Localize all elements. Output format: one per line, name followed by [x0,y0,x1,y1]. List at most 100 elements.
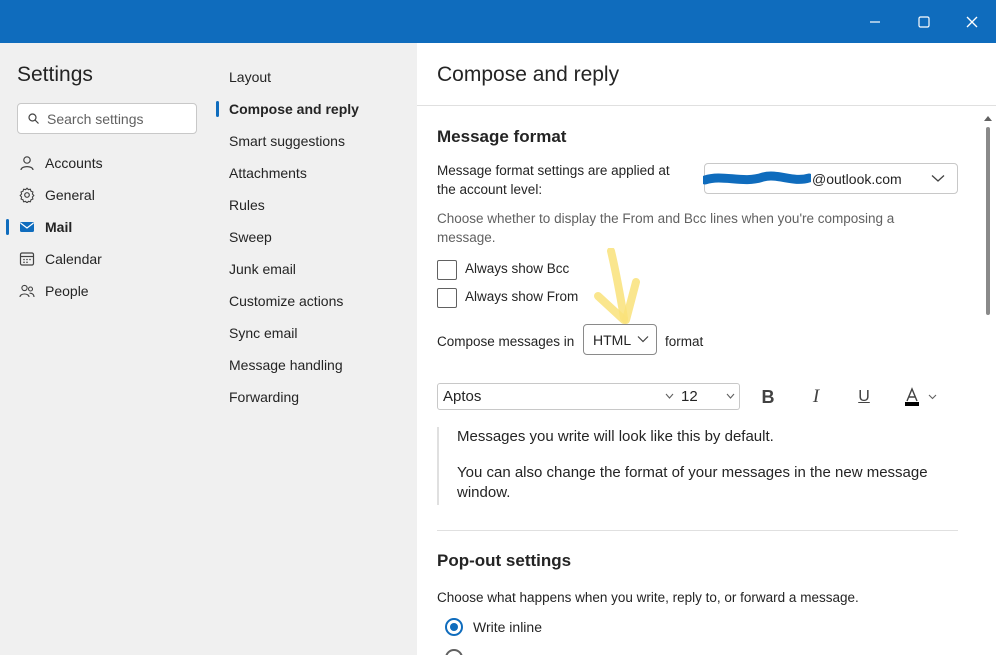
submenu-item-label: Customize actions [229,293,344,309]
search-input[interactable] [47,110,187,127]
maximize-button[interactable] [901,0,947,43]
compose-format-prefix: Compose messages in [437,334,575,349]
selection-indicator [6,219,9,235]
always-show-from-checkbox[interactable] [437,288,457,308]
bold-button[interactable]: B [754,383,782,411]
always-show-from-option[interactable]: Always show From [437,287,597,309]
account-level-label-line1: Message format settings are applied at [437,163,670,178]
chevron-down-icon [637,336,649,343]
font-color-icon [905,387,937,406]
sidebar-item-label: Accounts [45,155,103,171]
font-family-value: Aptos [443,388,482,405]
scroll-up-icon [984,116,992,121]
sidebar-item-label: General [45,187,95,203]
submenu-item-label: Message handling [229,357,343,373]
sidebar-item-general[interactable]: General [0,181,216,209]
minimize-icon [870,20,880,23]
search-box[interactable] [17,103,197,134]
message-format-heading: Message format [437,127,567,146]
person-icon [20,156,34,171]
chevron-down-icon [665,393,674,399]
preview-line-2b: window. [457,484,511,501]
write-inline-option[interactable]: Write inline [445,618,565,638]
always-show-bcc-checkbox[interactable] [437,260,457,280]
submenu-item-layout[interactable]: Layout [216,63,417,91]
chevron-down-icon [726,393,735,399]
submenu-item-label: Attachments [229,165,307,181]
submenu-item-label: Forwarding [229,389,300,405]
submenu-item-junk-email[interactable]: Junk email [216,255,417,283]
selection-indicator [216,101,219,117]
font-size-select[interactable]: 12 [676,383,740,410]
write-inline-radio[interactable] [445,618,463,636]
account-value: @outlook.com [812,171,902,187]
italic-button[interactable]: I [802,383,830,411]
underline-icon: U [858,388,870,405]
calendar-icon [19,252,35,266]
account-select[interactable]: @outlook.com [703,163,958,194]
sidebar-item-people[interactable]: People [0,277,216,305]
sidebar-item-calendar[interactable]: Calendar [0,245,216,273]
compose-format-suffix: format [665,334,704,349]
sidebar-item-label: Mail [45,219,73,235]
close-button[interactable] [949,0,995,43]
underline-button[interactable]: U [850,383,878,411]
mail-icon [20,222,34,232]
always-show-bcc-option[interactable]: Always show Bcc [437,259,587,281]
submenu-item-label: Sync email [229,325,298,341]
submenu-item-attachments[interactable]: Attachments [216,159,417,187]
font-size-value: 12 [681,388,698,405]
bold-icon: B [761,386,775,407]
submenu-item-label: Compose and reply [229,101,359,117]
scrollbar[interactable] [983,113,993,655]
submenu-item-forwarding[interactable]: Forwarding [216,383,417,411]
annotation-arrow [594,248,640,324]
scroll-thumb[interactable] [986,127,990,315]
write-inline-label: Write inline [473,619,542,635]
popout-option-partial[interactable] [445,649,475,655]
header-divider [417,105,996,106]
submenu-item-label: Rules [229,197,265,213]
page-title: Compose and reply [437,63,620,86]
sidebar-item-accounts[interactable]: Accounts [0,149,216,177]
font-color-button[interactable] [900,383,940,411]
submenu-item-label: Smart suggestions [229,133,345,149]
settings-nav-pane: Settings Accounts General Mail Calendar … [0,43,216,655]
popout-radio-partial[interactable] [445,649,463,655]
submenu-item-label: Layout [229,69,272,85]
gear-icon [19,187,35,203]
submenu-item-rules[interactable]: Rules [216,191,417,219]
italic-icon: I [812,386,820,407]
sidebar-item-label: Calendar [45,251,102,267]
submenu-item-compose-and-reply[interactable]: Compose and reply [216,95,417,123]
submenu-item-label: Sweep [229,229,272,245]
preview-line-1: Messages you write will look like this b… [457,428,774,445]
mail-settings-submenu: Layout Compose and reply Smart suggestio… [216,43,417,655]
settings-title: Settings [17,63,93,86]
people-icon [19,284,35,298]
submenu-item-sweep[interactable]: Sweep [216,223,417,251]
compose-format-select[interactable]: HTML [583,324,657,355]
compose-format-value: HTML [593,332,632,348]
from-bcc-description-line1: Choose whether to display the From and B… [437,211,895,226]
always-show-from-label: Always show From [465,289,579,304]
settings-content-pane: Compose and reply Message format Message… [417,43,996,655]
title-bar [0,0,996,43]
submenu-item-sync-email[interactable]: Sync email [216,319,417,347]
format-preview: Messages you write will look like this b… [437,427,957,505]
sidebar-item-mail[interactable]: Mail [0,213,216,241]
sidebar-item-label: People [45,283,89,299]
minimize-button[interactable] [852,0,898,43]
search-icon [28,113,39,124]
always-show-bcc-label: Always show Bcc [465,261,570,276]
close-icon [966,16,978,27]
chevron-down-icon [931,175,945,182]
submenu-item-customize-actions[interactable]: Customize actions [216,287,417,315]
preview-line-2a: You can also change the format of your m… [457,464,928,481]
popout-settings-heading: Pop-out settings [437,551,572,570]
section-divider [437,530,958,531]
font-family-select[interactable]: Aptos [437,383,677,410]
submenu-item-message-handling[interactable]: Message handling [216,351,417,379]
submenu-item-smart-suggestions[interactable]: Smart suggestions [216,127,417,155]
from-bcc-description-line2: message. [437,230,496,245]
